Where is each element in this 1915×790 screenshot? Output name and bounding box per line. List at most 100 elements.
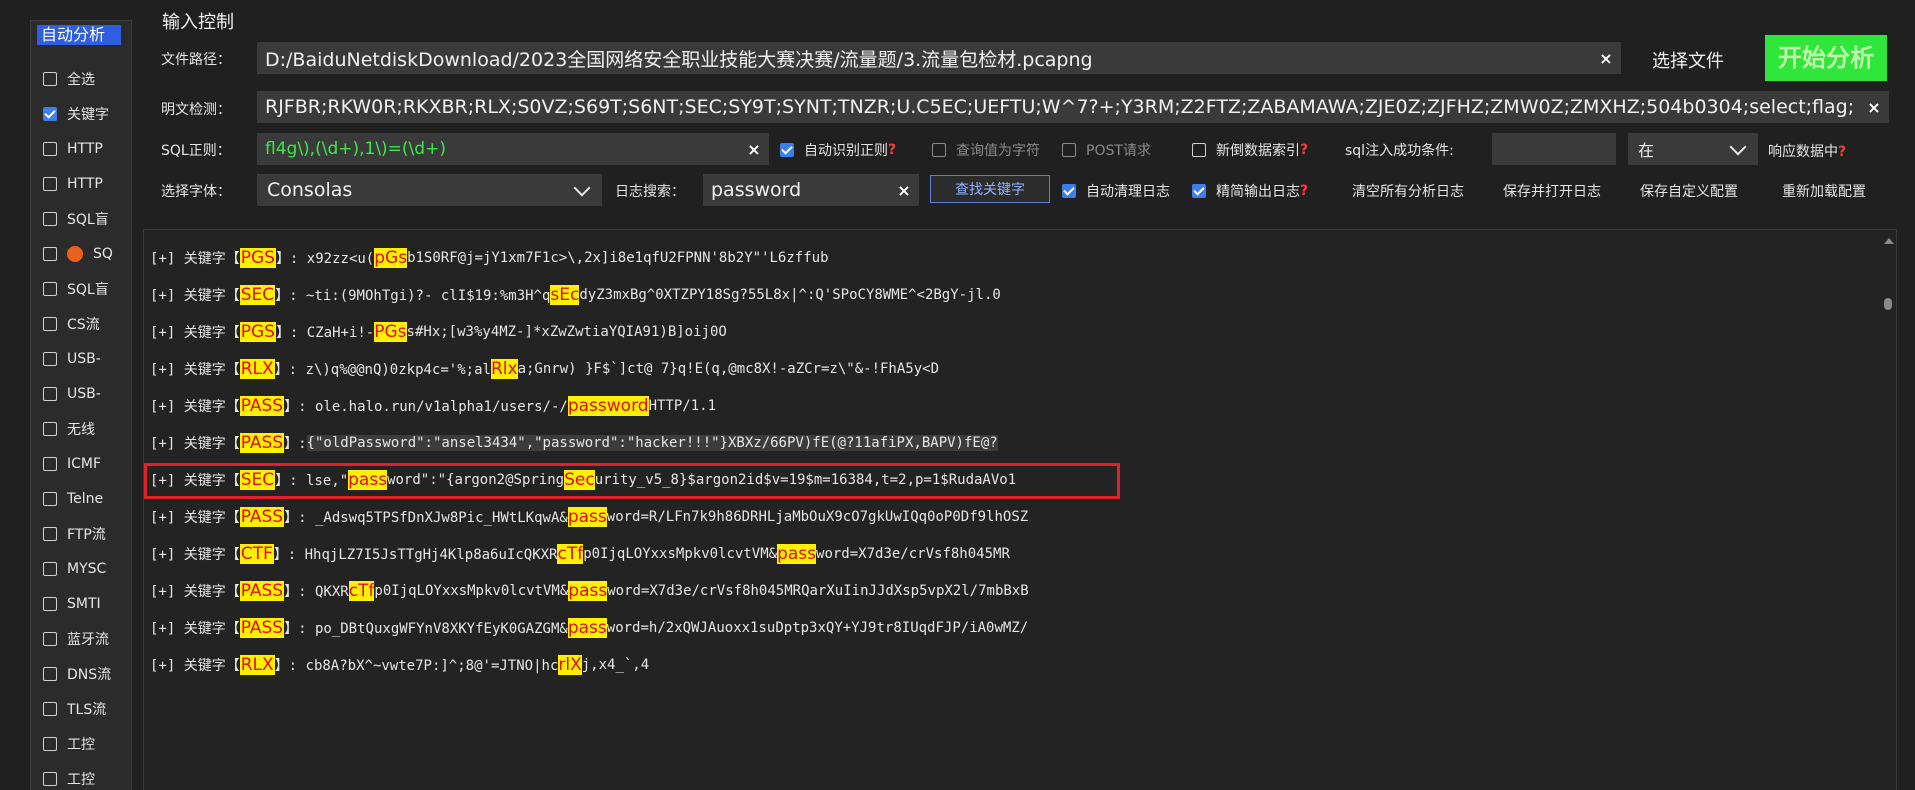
clear-file-path-icon[interactable]: × (1591, 49, 1621, 68)
module-item[interactable]: USB- (43, 341, 119, 376)
module-item[interactable]: 工控 (43, 761, 119, 790)
save-config-button[interactable]: 保存自定义配置 (1640, 181, 1738, 201)
module-item[interactable]: 全选 (43, 61, 119, 96)
module-checkbox[interactable] (43, 456, 57, 471)
module-item[interactable]: MYSC (43, 551, 119, 586)
log-search-value: password (711, 179, 802, 201)
module-item[interactable]: SMTI (43, 586, 119, 621)
scroll-up-arrow-icon[interactable] (1884, 238, 1894, 244)
module-item[interactable]: SQL盲 (43, 201, 119, 236)
module-checkbox[interactable] (43, 771, 57, 786)
match-location-select[interactable]: 在 (1628, 133, 1758, 165)
font-select[interactable]: Consolas (257, 174, 602, 206)
sql-regex-input[interactable]: fl4g\),(\d+),1\)=(\d+) × (257, 133, 769, 165)
module-item[interactable]: 蓝牙流 (43, 621, 119, 656)
module-item[interactable]: ICMF (43, 446, 119, 481)
log-search-input[interactable]: password × (703, 174, 919, 206)
auto-clear-check-icon[interactable] (1062, 184, 1076, 198)
help-icon[interactable]: ? (1300, 142, 1308, 158)
help-icon[interactable]: ? (1300, 183, 1308, 199)
module-item[interactable]: 无线 (43, 411, 119, 446)
file-path-input[interactable]: D:/BaiduNetdiskDownload/2023全国网络安全职业技能大赛… (257, 42, 1621, 74)
auto-regex-check-icon[interactable] (780, 143, 794, 157)
module-label: 工控 (67, 771, 95, 788)
simplified-output-checkbox[interactable]: 精简输出日志? (1192, 181, 1308, 201)
module-checkbox[interactable] (43, 596, 57, 611)
reload-config-button[interactable]: 重新加载配置 (1782, 181, 1866, 201)
module-label: HTTP (67, 175, 103, 192)
module-item[interactable]: USB- (43, 376, 119, 411)
help-icon[interactable]: ? (1838, 144, 1846, 160)
module-item[interactable]: FTP流 (43, 516, 119, 551)
log-line[interactable]: [+] 关键字【 PASS】: ole.halo.run/v1alpha1/use… (150, 394, 716, 418)
module-label: USB- (67, 350, 101, 367)
module-item[interactable]: SQ (43, 236, 119, 271)
clear-sql-regex-icon[interactable]: × (739, 140, 769, 159)
save-open-log-button[interactable]: 保存并打开日志 (1503, 181, 1601, 201)
module-checkbox[interactable] (43, 666, 57, 681)
module-item[interactable]: DNS流 (43, 656, 119, 691)
module-item[interactable]: CS流 (43, 306, 119, 341)
log-line[interactable]: [+] 关键字【 PASS】: po_DBtQuxgWFYnV8XKYfEyK0G… (150, 616, 1028, 640)
auto-regex-checkbox[interactable]: 自动识别正则? (780, 140, 896, 160)
clear-log-search-icon[interactable]: × (889, 181, 919, 200)
new-index-checkbox[interactable]: 新倒数据索引? (1192, 140, 1308, 160)
module-checkbox[interactable] (43, 386, 57, 401)
log-line[interactable]: [+] 关键字【 PASS】: QKXR cTf p0IjqLOYxxsMpkv0lc… (150, 579, 1029, 603)
module-item[interactable]: SQL盲 (43, 271, 119, 306)
log-line[interactable]: [+] 关键字【 PASS】: _Adswq5TPSfDnXJw8Pic_HWtL… (150, 505, 1028, 529)
keyword-highlight: pass (568, 581, 608, 601)
input-control-title: 输入控制 (162, 12, 234, 33)
module-checkbox[interactable] (43, 71, 57, 86)
module-item[interactable]: HTTP (43, 131, 119, 166)
query-as-char-checkbox[interactable]: 查询值为字符 (932, 140, 1040, 160)
module-item[interactable]: Telne (43, 481, 119, 516)
module-checkbox[interactable] (43, 106, 57, 121)
module-checkbox[interactable] (43, 281, 57, 296)
keyword-highlight: PGs (374, 322, 407, 342)
module-checkbox[interactable] (43, 211, 57, 226)
log-line[interactable]: [+] 关键字【 PGS】: x92zz<u(pGs b1S0RF@j=jY1xm7… (150, 246, 829, 270)
log-line[interactable]: [+] 关键字【 CTF】: HhqjLZ7I5JsTTgHj4Klp8a6uIc… (150, 542, 1010, 566)
analysis-log-area[interactable]: [+] 关键字【 PGS】: x92zz<u(pGs b1S0RF@j=jY1xm7… (143, 229, 1897, 790)
log-line[interactable]: [+] 关键字【 PGS】: CZaH+i!- PGs s#Hx;[w3%y4MZ-]… (150, 320, 727, 344)
new-index-check-icon[interactable] (1192, 143, 1206, 157)
clear-plaintext-icon[interactable]: × (1859, 98, 1889, 117)
module-checkbox[interactable] (43, 561, 57, 576)
log-text: [+] 关键字【 (150, 658, 240, 674)
module-item[interactable]: 关键字 (43, 96, 119, 131)
log-line[interactable]: [+] 关键字【 PASS】: {"oldPassword":"ansel3434… (150, 431, 998, 455)
post-request-check-icon[interactable] (1062, 143, 1076, 157)
module-item[interactable]: HTTP (43, 166, 119, 201)
scroll-thumb[interactable] (1884, 298, 1892, 310)
auto-clear-log-checkbox[interactable]: 自动清理日志 (1062, 181, 1170, 201)
clear-all-logs-button[interactable]: 清空所有分析日志 (1352, 181, 1464, 201)
module-checkbox[interactable] (43, 351, 57, 366)
log-line[interactable]: [+] 关键字【 SEC】: ~ti:(9MOhTgi)?- clI$19:%m3… (150, 283, 1001, 307)
select-file-button[interactable]: 选择文件 (1652, 47, 1724, 73)
post-request-checkbox[interactable]: POST请求 (1062, 140, 1151, 160)
module-checkbox[interactable] (43, 701, 57, 716)
help-icon[interactable]: ? (888, 142, 896, 158)
module-checkbox[interactable] (43, 526, 57, 541)
query-as-char-check-icon[interactable] (932, 143, 946, 157)
module-checkbox[interactable] (43, 141, 57, 156)
keyword-highlight: cTf (348, 581, 375, 601)
module-item[interactable]: 工控 (43, 726, 119, 761)
module-checkbox[interactable] (43, 491, 57, 506)
find-keyword-button[interactable]: 查找关键字 (930, 175, 1050, 203)
plaintext-detection-input[interactable]: ;RJFBR;RKW0R;RKXBR;RLX;S0VZ;S69T;S6NT;SE… (257, 91, 1889, 123)
log-scrollbar[interactable] (1884, 238, 1894, 790)
log-line[interactable]: [+] 关键字【 RLX】: z\)q%@@nQ)0zkp4c='%;al Rlx a… (150, 357, 939, 381)
log-line[interactable]: [+] 关键字【 RLX】: cb8A?bX^~vwte7P:]^;8@'=JTN… (150, 653, 649, 677)
start-analysis-button[interactable]: 开始分析 (1765, 35, 1887, 81)
sqli-success-input[interactable] (1492, 133, 1616, 165)
module-checkbox[interactable] (43, 631, 57, 646)
module-checkbox[interactable] (43, 421, 57, 436)
module-checkbox[interactable] (43, 246, 57, 261)
module-checkbox[interactable] (43, 736, 57, 751)
module-checkbox[interactable] (43, 176, 57, 191)
module-item[interactable]: TLS流 (43, 691, 119, 726)
simplified-output-check-icon[interactable] (1192, 184, 1206, 198)
module-checkbox[interactable] (43, 316, 57, 331)
